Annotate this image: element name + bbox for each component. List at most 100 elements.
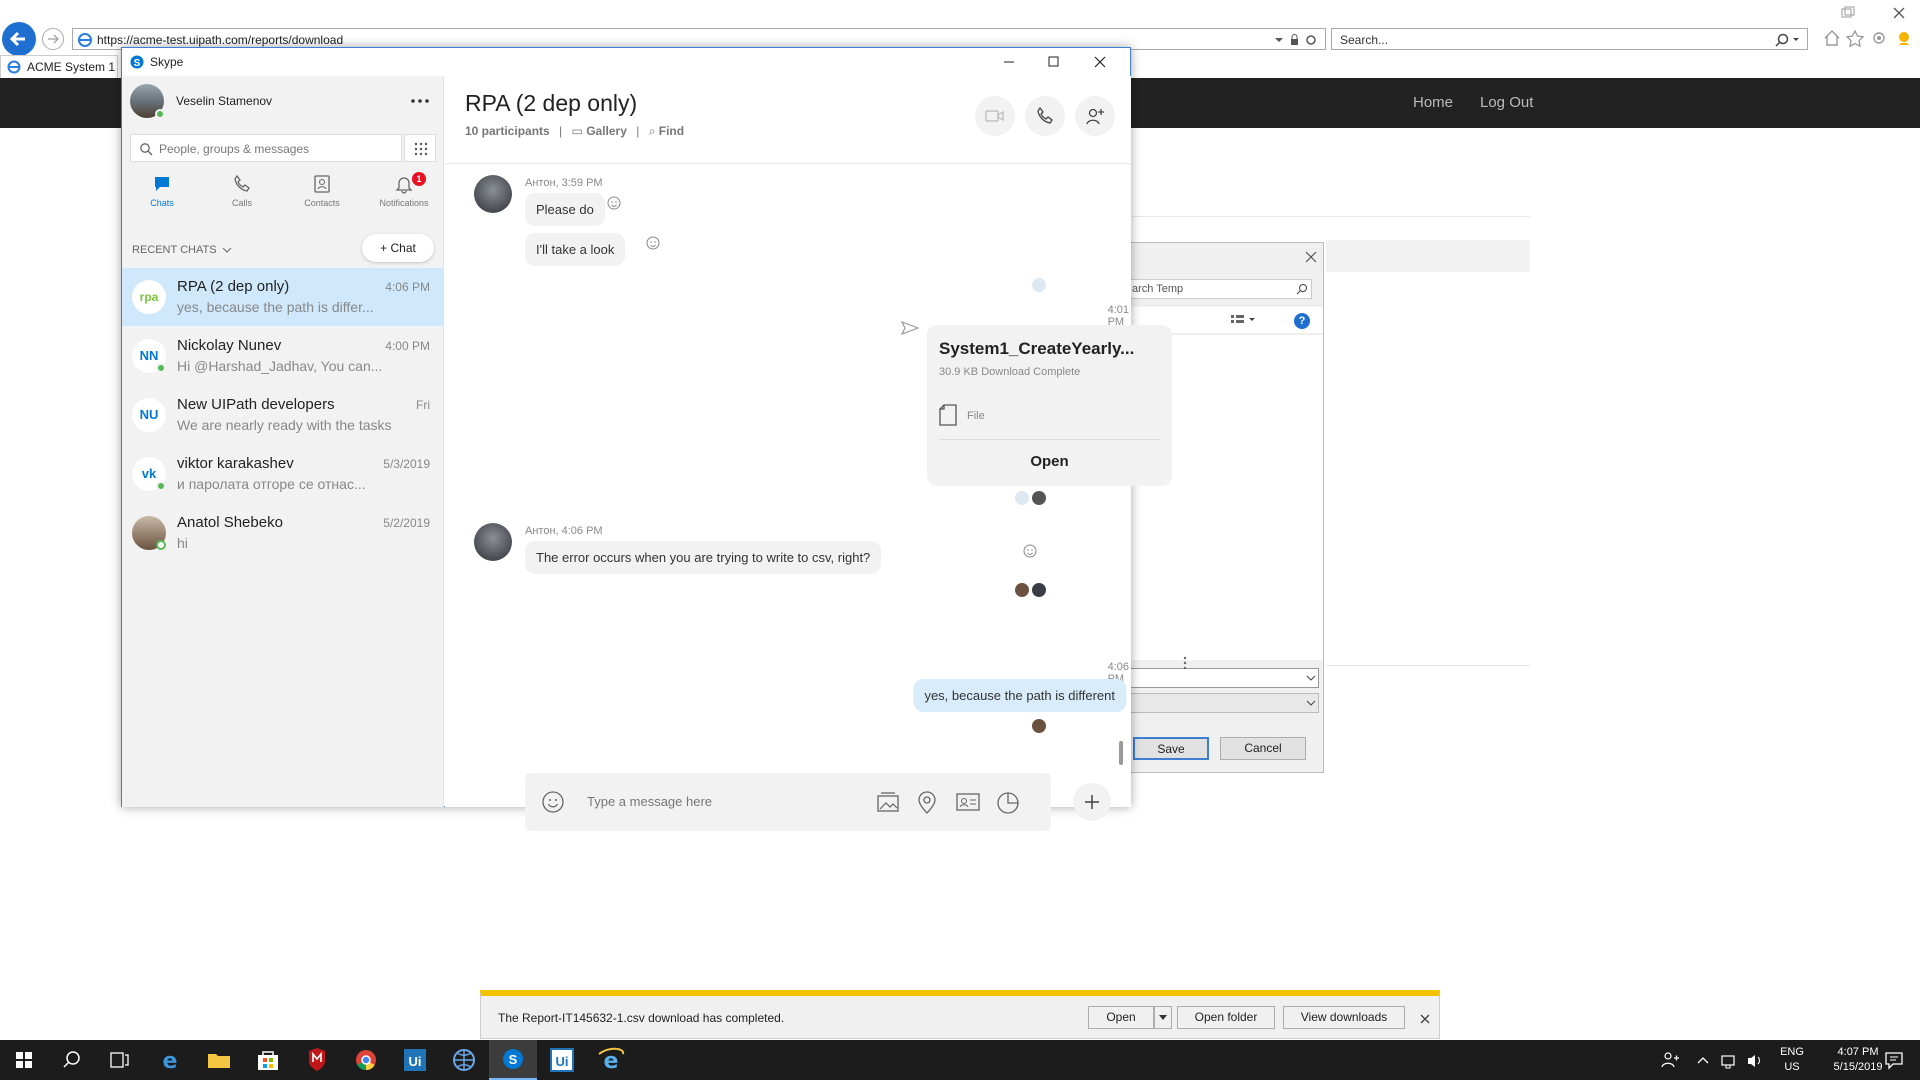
chat-item-rpa[interactable]: rpa RPA (2 dep only) yes, because the pa… (122, 268, 444, 326)
filename-combo[interactable] (1129, 668, 1319, 688)
cancel-button[interactable]: Cancel (1220, 737, 1306, 760)
windows-start-icon[interactable] (0, 1040, 48, 1080)
download-open-dropdown[interactable] (1154, 1006, 1172, 1029)
chat-preview: hi (177, 535, 188, 551)
compose-bar[interactable]: Type a message here (525, 773, 1051, 831)
tab-acme-system[interactable]: ACME System 1 - (0, 55, 118, 78)
tab-chats-label: Chats (150, 198, 174, 208)
presence-dot (156, 540, 166, 550)
chat-item-uipath-devs[interactable]: NU New UIPath developers We are nearly r… (122, 386, 444, 444)
browser-toolbar-icons[interactable] (1822, 28, 1918, 48)
language-indicator[interactable]: ENG US (1772, 1045, 1812, 1075)
window-controls[interactable] (1002, 55, 1128, 69)
my-message-bubble[interactable]: yes, because the path is different (913, 679, 1126, 712)
people-icon[interactable] (1660, 1050, 1680, 1070)
page-panel (1326, 240, 1530, 272)
globe-app-icon[interactable] (440, 1040, 488, 1080)
file-card[interactable]: System1_CreateYearly... 30.9 KB Download… (927, 325, 1172, 486)
search-icon[interactable] (48, 1040, 96, 1080)
close-icon[interactable] (1304, 250, 1318, 264)
download-open-button[interactable]: Open (1088, 1006, 1154, 1029)
chat-time: Fri (416, 398, 430, 412)
file-open-button[interactable]: Open (927, 453, 1172, 470)
chevron-down-icon[interactable] (222, 247, 232, 255)
tab-calls[interactable]: Calls (210, 174, 274, 218)
edge-browser-icon[interactable]: e (146, 1040, 194, 1080)
media-gallery-icon[interactable] (875, 790, 901, 814)
arrow-right-icon (48, 34, 60, 44)
chat-name: Nickolay Nunev (177, 337, 282, 354)
presence-dot (155, 109, 165, 119)
participants-link[interactable]: 10 participants (465, 124, 550, 138)
forward-button[interactable] (42, 28, 64, 50)
tab-notifications[interactable]: 1 Notifications (368, 172, 440, 218)
chat-item-nickolay[interactable]: NN Nickolay Nunev Hi @Harshad_Jadhav, Yo… (122, 327, 444, 385)
notification-badge: 1 (412, 172, 426, 186)
chat-item-viktor[interactable]: vk viktor karakashev и паролата отгоре с… (122, 445, 444, 503)
folder-search-input[interactable]: arch Temp (1129, 279, 1312, 299)
tab-contacts[interactable]: Contacts (290, 174, 354, 218)
file-type-label: File (967, 410, 985, 422)
message-bubble[interactable]: Please do (525, 193, 605, 226)
chevron-down-icon (1306, 675, 1316, 681)
chat-preview: Hi @Harshad_Jadhav, You can... (177, 358, 383, 374)
message-bubble[interactable]: The error occurs when you are trying to … (525, 541, 882, 574)
lock-refresh-icons (1275, 34, 1316, 45)
action-center-icon[interactable] (1884, 1050, 1904, 1070)
search-input[interactable]: People, groups & messages (130, 134, 402, 162)
search-icon[interactable] (1775, 32, 1803, 48)
window-controls[interactable] (1838, 6, 1918, 22)
internet-explorer-icon[interactable]: e (587, 1040, 635, 1080)
more-options-button[interactable] (1073, 783, 1111, 821)
back-button[interactable] (2, 22, 36, 56)
skype-sidebar: Veselin Stamenov People, groups & messag… (122, 76, 444, 807)
file-explorer-icon[interactable] (195, 1040, 243, 1080)
emoji-reaction-icon[interactable] (645, 235, 661, 251)
view-downloads-button[interactable]: View downloads (1283, 1006, 1405, 1029)
new-chat-button[interactable]: + Chat (362, 234, 434, 262)
help-icon[interactable]: ? (1294, 313, 1310, 329)
poll-icon[interactable] (995, 789, 1021, 815)
filetype-combo[interactable] (1129, 693, 1319, 713)
find-link[interactable]: ⌕ Find (649, 124, 684, 138)
location-icon[interactable] (915, 789, 939, 815)
scrollbar-thumb[interactable] (1119, 741, 1123, 765)
recent-chats-label[interactable]: RECENT CHATS (132, 244, 217, 256)
audio-call-button[interactable] (1025, 96, 1065, 136)
chrome-icon[interactable] (342, 1040, 390, 1080)
save-button[interactable]: Save (1133, 737, 1209, 760)
nav-home-link[interactable]: Home (1413, 94, 1453, 111)
search-icon (1296, 284, 1307, 295)
view-options-icon[interactable] (1229, 313, 1259, 327)
emoji-reaction-icon[interactable] (606, 195, 622, 211)
message-options-icon[interactable] (1183, 656, 1187, 670)
close-icon[interactable] (1419, 1013, 1431, 1025)
uipath-studio-icon[interactable]: Ui (391, 1040, 439, 1080)
store-icon[interactable] (244, 1040, 292, 1080)
chevron-down-icon (1159, 1015, 1167, 1020)
mcafee-icon[interactable] (293, 1040, 341, 1080)
avatar: rpa (132, 280, 166, 314)
add-people-button[interactable] (1075, 96, 1115, 136)
browser-search-input[interactable]: Search... (1331, 28, 1808, 50)
system-tray-icons[interactable] (1694, 1050, 1778, 1070)
skype-window-title: Skype (150, 55, 184, 69)
gallery-link[interactable]: ▭ Gallery (572, 124, 627, 138)
nav-logout-link[interactable]: Log Out (1480, 94, 1533, 111)
tab-chats[interactable]: Chats (130, 174, 194, 218)
chat-preview: We are nearly ready with the tasks ... (177, 417, 392, 433)
more-icon[interactable] (410, 98, 430, 104)
skype-taskbar-button[interactable]: S (489, 1040, 537, 1080)
emoji-icon[interactable] (541, 790, 565, 814)
chat-item-anatol[interactable]: Anatol Shebeko hi 5/2/2019 (122, 504, 444, 562)
chevron-down-icon (1306, 700, 1316, 706)
dialpad-button[interactable] (404, 134, 436, 162)
contact-card-icon[interactable] (955, 790, 981, 814)
uipath-robot-icon[interactable]: Ui (538, 1040, 586, 1080)
message-bubble[interactable]: I'll take a look (525, 233, 626, 266)
open-folder-button[interactable]: Open folder (1177, 1006, 1275, 1029)
video-call-button[interactable] (975, 96, 1015, 136)
find-label: Find (658, 124, 685, 138)
task-view-icon[interactable] (96, 1040, 144, 1080)
emoji-reaction-icon[interactable] (1022, 543, 1038, 559)
